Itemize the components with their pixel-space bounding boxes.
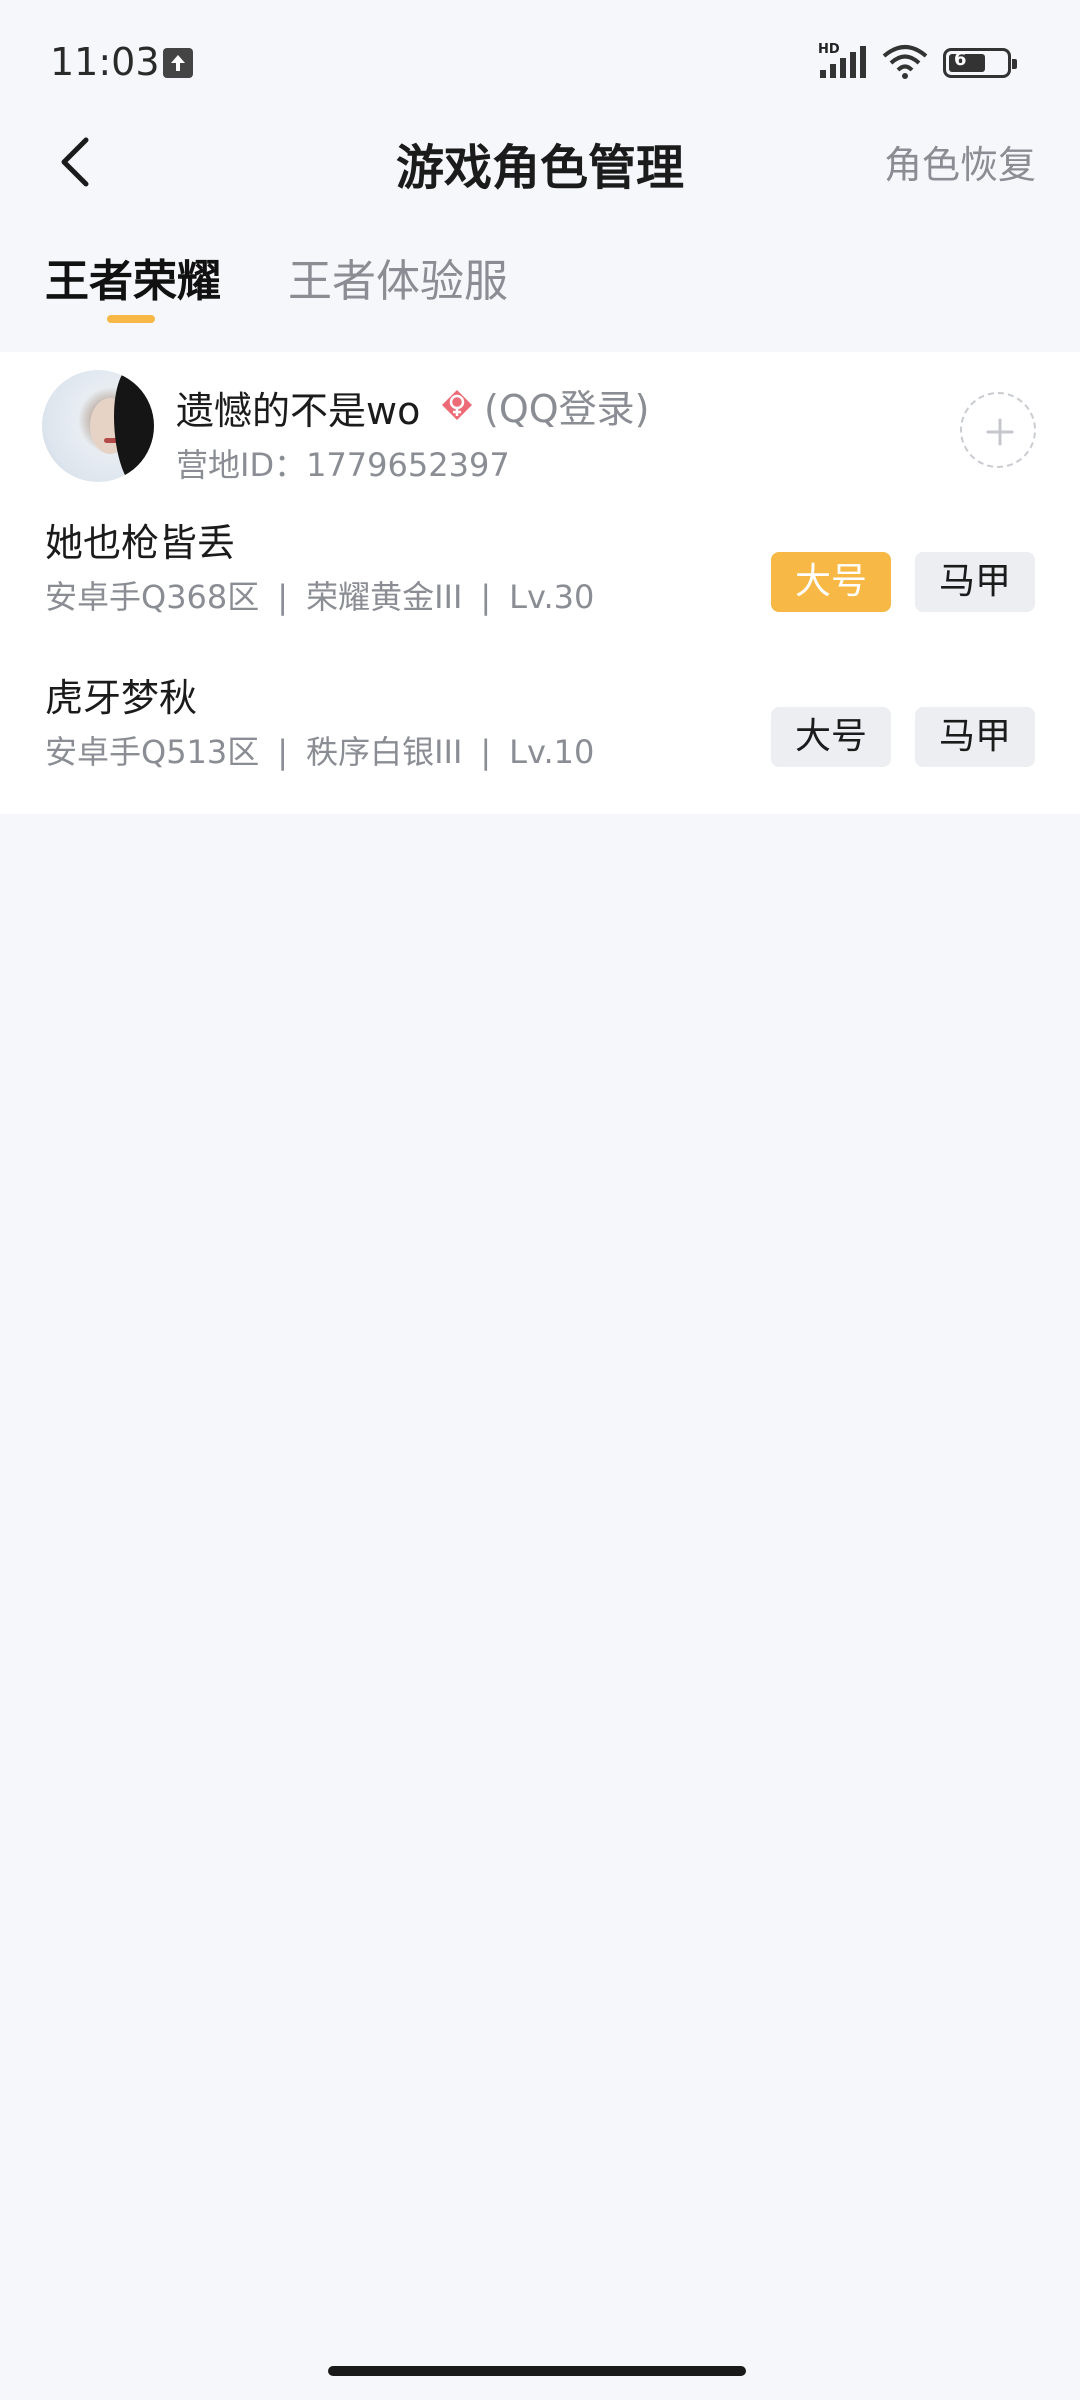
role-restore-button[interactable]: 角色恢复 — [884, 134, 1036, 189]
main-account-tag[interactable]: 大号 — [771, 707, 891, 767]
role-rank: 荣耀黄金III — [306, 578, 463, 616]
signal-icon — [820, 46, 866, 78]
tab-indicator — [107, 315, 155, 323]
role-server: 安卓手Q368区 — [45, 578, 260, 616]
camp-id: 营地ID：1779652397 — [176, 446, 510, 484]
avatar — [42, 370, 154, 482]
plus-icon — [986, 418, 1014, 446]
role-rank: 秩序白银III — [306, 733, 463, 771]
role-list-panel: 遗憾的不是wo (QQ登录) 营地ID：1779652397 她也枪皆丢 安卓手… — [0, 352, 1080, 814]
upload-icon — [163, 48, 193, 78]
home-indicator[interactable] — [328, 2366, 746, 2376]
wifi-icon — [882, 45, 928, 79]
battery-level: 6 — [954, 49, 967, 70]
role-name: 她也枪皆丢 — [45, 521, 236, 565]
female-gender-icon — [442, 390, 472, 420]
status-bar: 11:03 HD 6 — [0, 0, 1080, 130]
tab-experience-server[interactable]: 王者体验服 — [288, 245, 508, 309]
role-server: 安卓手Q513区 — [45, 733, 260, 771]
role-level: Lv.10 — [509, 733, 595, 771]
role-level: Lv.30 — [509, 578, 595, 616]
game-tabs: 王者荣耀 王者体验服 — [0, 245, 1080, 335]
tab-honor-of-kings[interactable]: 王者荣耀 — [45, 245, 221, 309]
role-meta: 安卓手Q368区 | 荣耀黄金III | Lv.30 — [45, 578, 595, 616]
account-name: 遗憾的不是wo — [176, 389, 421, 433]
alt-account-tag[interactable]: 马甲 — [915, 707, 1035, 767]
login-type: (QQ登录) — [484, 387, 650, 431]
alt-account-tag[interactable]: 马甲 — [915, 552, 1035, 612]
add-account-button[interactable] — [960, 392, 1036, 468]
account-row: 遗憾的不是wo (QQ登录) 营地ID：1779652397 — [0, 352, 1080, 502]
main-account-tag[interactable]: 大号 — [771, 552, 891, 612]
top-app-bar: 游戏角色管理 角色恢复 — [0, 120, 1080, 200]
battery-icon: 6 — [943, 48, 1017, 78]
role-name: 虎牙梦秋 — [45, 676, 198, 720]
role-meta: 安卓手Q513区 | 秩序白银III | Lv.10 — [45, 733, 595, 771]
status-time: 11:03 — [50, 40, 160, 84]
